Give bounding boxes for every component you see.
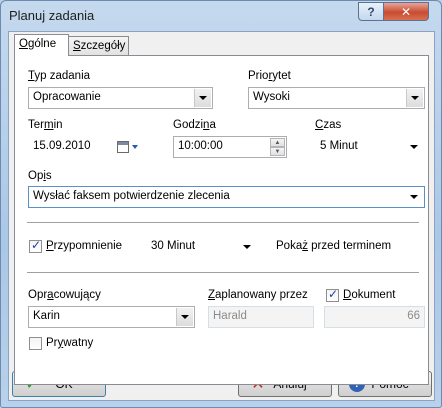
chevron-down-icon[interactable] (194, 89, 211, 107)
priority-label: Priorytet (248, 70, 291, 82)
window-title: Planuj zadania (9, 8, 95, 23)
close-button[interactable]: ✕ (383, 2, 429, 21)
assignee-select[interactable]: Karin (28, 306, 195, 328)
reminder-time-select[interactable]: 30 Minut (146, 236, 258, 258)
spin-down-icon[interactable]: ▼ (270, 147, 285, 156)
reminder-checkbox[interactable] (29, 238, 42, 253)
document-label: Dokument (343, 289, 396, 301)
title-bar: Planuj zadania ? ✕ (1, 1, 441, 31)
reminder-suffix-label: Pokaż przed terminem (276, 240, 392, 252)
task-type-label: Typ zadania (28, 70, 91, 82)
scheduled-by-label: Zaplanowany przez (208, 289, 308, 301)
private-checkbox[interactable] (29, 337, 42, 350)
duration-select[interactable]: 5 Minut (315, 136, 425, 158)
chevron-down-icon[interactable] (132, 145, 138, 149)
dialog-client: Ogólne Szczegóły Typ zadania Opracowanie… (8, 31, 435, 401)
tab-details[interactable]: Szczegóły (68, 36, 129, 56)
document-number-field: 66 (324, 306, 425, 328)
dialog-window: Planuj zadania ? ✕ Ogólne Szczegóły Typ … (0, 0, 442, 408)
duration-label: Czas (315, 119, 342, 131)
description-combo[interactable]: Wysłać faksem potwierdzenie zlecenia (28, 186, 425, 208)
deadline-date-picker[interactable]: 15.09.2010 (28, 136, 145, 158)
close-icon: ✕ (400, 4, 412, 19)
time-label: Godzina (173, 119, 216, 131)
divider (27, 272, 419, 274)
private-label: Prywatny (46, 337, 94, 349)
time-spinner[interactable]: ▲ ▼ (270, 138, 285, 156)
scheduled-by-field: Harald (208, 306, 314, 328)
assignee-label: Opracowujący (28, 289, 101, 301)
task-type-select[interactable]: Opracowanie (28, 87, 213, 109)
question-icon: ? (367, 4, 375, 19)
chevron-down-icon[interactable] (243, 245, 251, 249)
calendar-icon[interactable] (117, 141, 129, 153)
help-title-button[interactable]: ? (358, 2, 384, 21)
chevron-down-icon[interactable] (410, 195, 418, 199)
spin-up-icon[interactable]: ▲ (270, 138, 285, 147)
divider (27, 222, 419, 224)
tab-general[interactable]: Ogólne (14, 34, 69, 56)
document-checkbox[interactable] (326, 287, 339, 302)
time-input[interactable]: 10:00:00 ▲ ▼ (173, 136, 287, 158)
reminder-label: Przypomnienie (46, 240, 123, 252)
chevron-down-icon[interactable] (176, 308, 193, 326)
chevron-down-icon[interactable] (406, 89, 423, 107)
description-label: Opis (28, 170, 52, 182)
general-tab-panel: Typ zadania Opracowanie Priorytet Wysoki… (14, 55, 429, 385)
priority-select[interactable]: Wysoki (248, 87, 425, 109)
deadline-label: Termin (28, 119, 63, 131)
chevron-down-icon[interactable] (410, 145, 418, 149)
